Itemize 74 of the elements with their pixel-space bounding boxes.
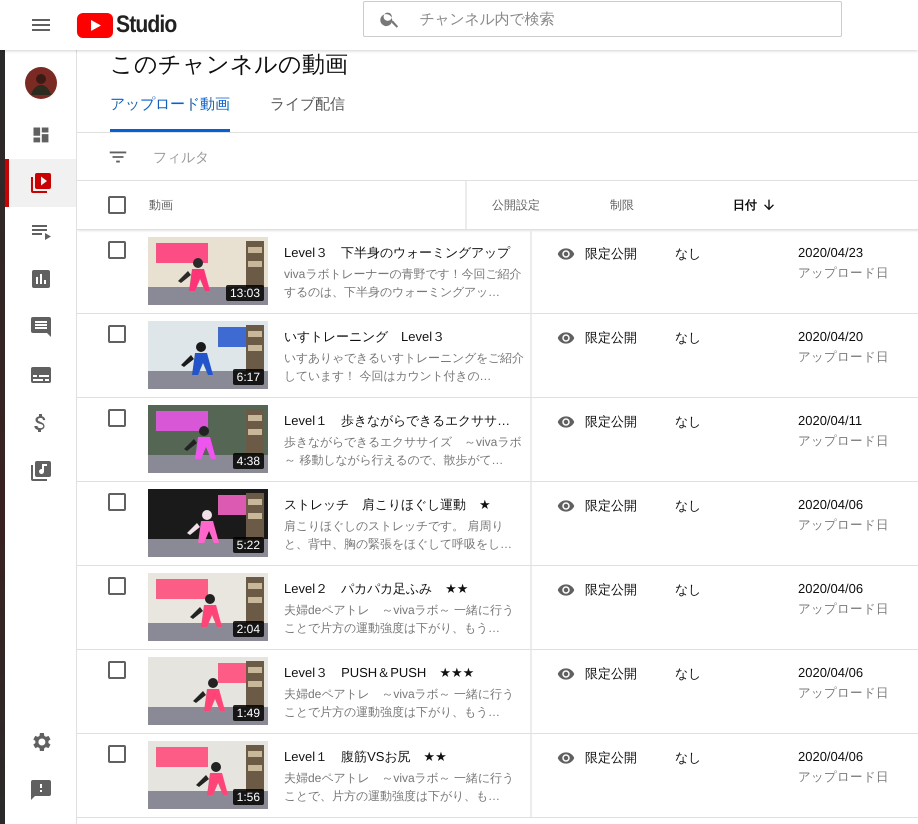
row-checkbox[interactable] bbox=[108, 745, 126, 763]
visibility-status[interactable]: 限定公開 bbox=[585, 329, 637, 347]
date-label: アップロード日 bbox=[798, 517, 890, 534]
video-description: vivaラボトレーナーの青野です！今回ご紹介するのは、下半身のウォーミングアッ… bbox=[284, 266, 522, 301]
row-checkbox[interactable] bbox=[108, 325, 126, 343]
visibility-status[interactable]: 限定公開 bbox=[585, 245, 637, 263]
column-header[interactable]: 動画 bbox=[149, 198, 173, 212]
video-title[interactable]: Level３ 下半身のウォーミングアップ bbox=[284, 244, 524, 262]
tab[interactable]: アップロード動画 bbox=[110, 78, 230, 132]
video-description: 肩こりほぐしのストレッチです。 肩周りと、背中、胸の緊張をほぐして呼吸をし… bbox=[284, 518, 513, 553]
date-label: アップロード日 bbox=[798, 685, 890, 702]
column-header[interactable]: 日付 bbox=[733, 196, 757, 214]
feedback-icon bbox=[28, 778, 52, 802]
restriction-status: なし bbox=[675, 498, 701, 513]
duration-badge: 1:49 bbox=[232, 705, 264, 721]
row-checkbox[interactable] bbox=[108, 493, 126, 511]
row-checkbox[interactable] bbox=[108, 409, 126, 427]
music-library-icon bbox=[28, 459, 52, 483]
duration-badge: 5:22 bbox=[232, 537, 264, 553]
date-label: アップロード日 bbox=[798, 769, 890, 786]
comment-icon bbox=[28, 315, 52, 339]
date-label: アップロード日 bbox=[798, 349, 890, 366]
video-description: 夫婦deペアトレ ～vivaラボ～ 一緒に行うことで片方の運動強度は下がり、もう… bbox=[284, 602, 516, 637]
visibility-status[interactable]: 限定公開 bbox=[585, 413, 637, 431]
video-title[interactable]: Level２ パカパカ足ふみ ★★ bbox=[284, 580, 524, 598]
date-label: アップロード日 bbox=[798, 601, 890, 618]
select-all-checkbox[interactable] bbox=[108, 196, 126, 214]
restriction-status: なし bbox=[675, 330, 701, 345]
search-field[interactable]: チャンネル内で検索 bbox=[362, 1, 842, 37]
video-library-icon bbox=[28, 171, 52, 195]
video-title[interactable]: Level１ 腹筋VSお尻 ★★ bbox=[284, 748, 524, 766]
restriction-status: なし bbox=[675, 750, 701, 765]
date-label: アップロード日 bbox=[798, 433, 890, 450]
play-logo-icon[interactable] bbox=[77, 12, 113, 38]
tab[interactable]: ライブ配信 bbox=[270, 78, 345, 132]
video-description: 夫婦deペアトレ ～vivaラボ～ 一緒に行うことで片方の運動強度は下がり、もう… bbox=[284, 686, 516, 721]
restriction-status: なし bbox=[675, 582, 701, 597]
row-checkbox[interactable] bbox=[108, 577, 126, 595]
video-description: 歩きながらできるエクササイズ ～vivaラボ～ 移動しながら行えるので、散歩がて… bbox=[284, 434, 522, 469]
page-title: このチャンネルの動画 bbox=[109, 50, 349, 78]
visibility-status[interactable]: 限定公開 bbox=[585, 581, 637, 599]
restriction-status: なし bbox=[675, 666, 701, 681]
duration-badge: 2:04 bbox=[232, 621, 264, 637]
visibility-status[interactable]: 限定公開 bbox=[585, 497, 637, 515]
video-title[interactable]: ストレッチ 肩こりほぐし運動 ★ bbox=[284, 496, 524, 514]
duration-badge: 4:38 bbox=[232, 453, 264, 469]
date-label: アップロード日 bbox=[798, 265, 890, 282]
upload-date: 2020/04/06 bbox=[798, 665, 864, 680]
duration-badge: 1:56 bbox=[232, 789, 264, 805]
duration-badge: 13:03 bbox=[226, 285, 264, 301]
restriction-status: なし bbox=[675, 414, 701, 429]
upload-date: 2020/04/06 bbox=[798, 581, 864, 596]
column-header[interactable]: 制限 bbox=[610, 196, 634, 214]
sidebar-item[interactable] bbox=[5, 159, 76, 207]
video-title[interactable]: いすトレーニング Level３ bbox=[284, 328, 524, 346]
upload-date: 2020/04/23 bbox=[798, 245, 864, 260]
column-header[interactable]: 公開設定 bbox=[492, 196, 540, 214]
restriction-status: なし bbox=[675, 246, 701, 261]
row-checkbox[interactable] bbox=[108, 241, 126, 259]
upload-date: 2020/04/11 bbox=[798, 413, 864, 428]
upload-date: 2020/04/06 bbox=[798, 497, 864, 512]
upload-date: 2020/04/20 bbox=[798, 329, 864, 344]
video-description: 夫婦deペアトレ ～vivaラボ～ 一緒に行うことで、片方の運動強度は下がり、も… bbox=[284, 770, 516, 805]
sort-down-arrow-icon[interactable] bbox=[761, 197, 777, 213]
upload-date: 2020/04/06 bbox=[798, 749, 864, 764]
video-title[interactable]: Level３ PUSH＆PUSH ★★★ bbox=[284, 664, 524, 682]
visibility-status[interactable]: 限定公開 bbox=[585, 665, 637, 683]
channel-avatar[interactable] bbox=[24, 67, 56, 99]
studio-logo-text[interactable]: Studio bbox=[116, 11, 176, 39]
video-title[interactable]: Level１ 歩きながらできるエクササ… bbox=[284, 412, 524, 430]
row-checkbox[interactable] bbox=[108, 661, 126, 679]
duration-badge: 6:17 bbox=[232, 369, 264, 385]
video-description: いすありゃできるいすトレーニングをご紹介しています！ 今回はカウント付きの… bbox=[284, 350, 524, 385]
visibility-status[interactable]: 限定公開 bbox=[585, 749, 637, 767]
